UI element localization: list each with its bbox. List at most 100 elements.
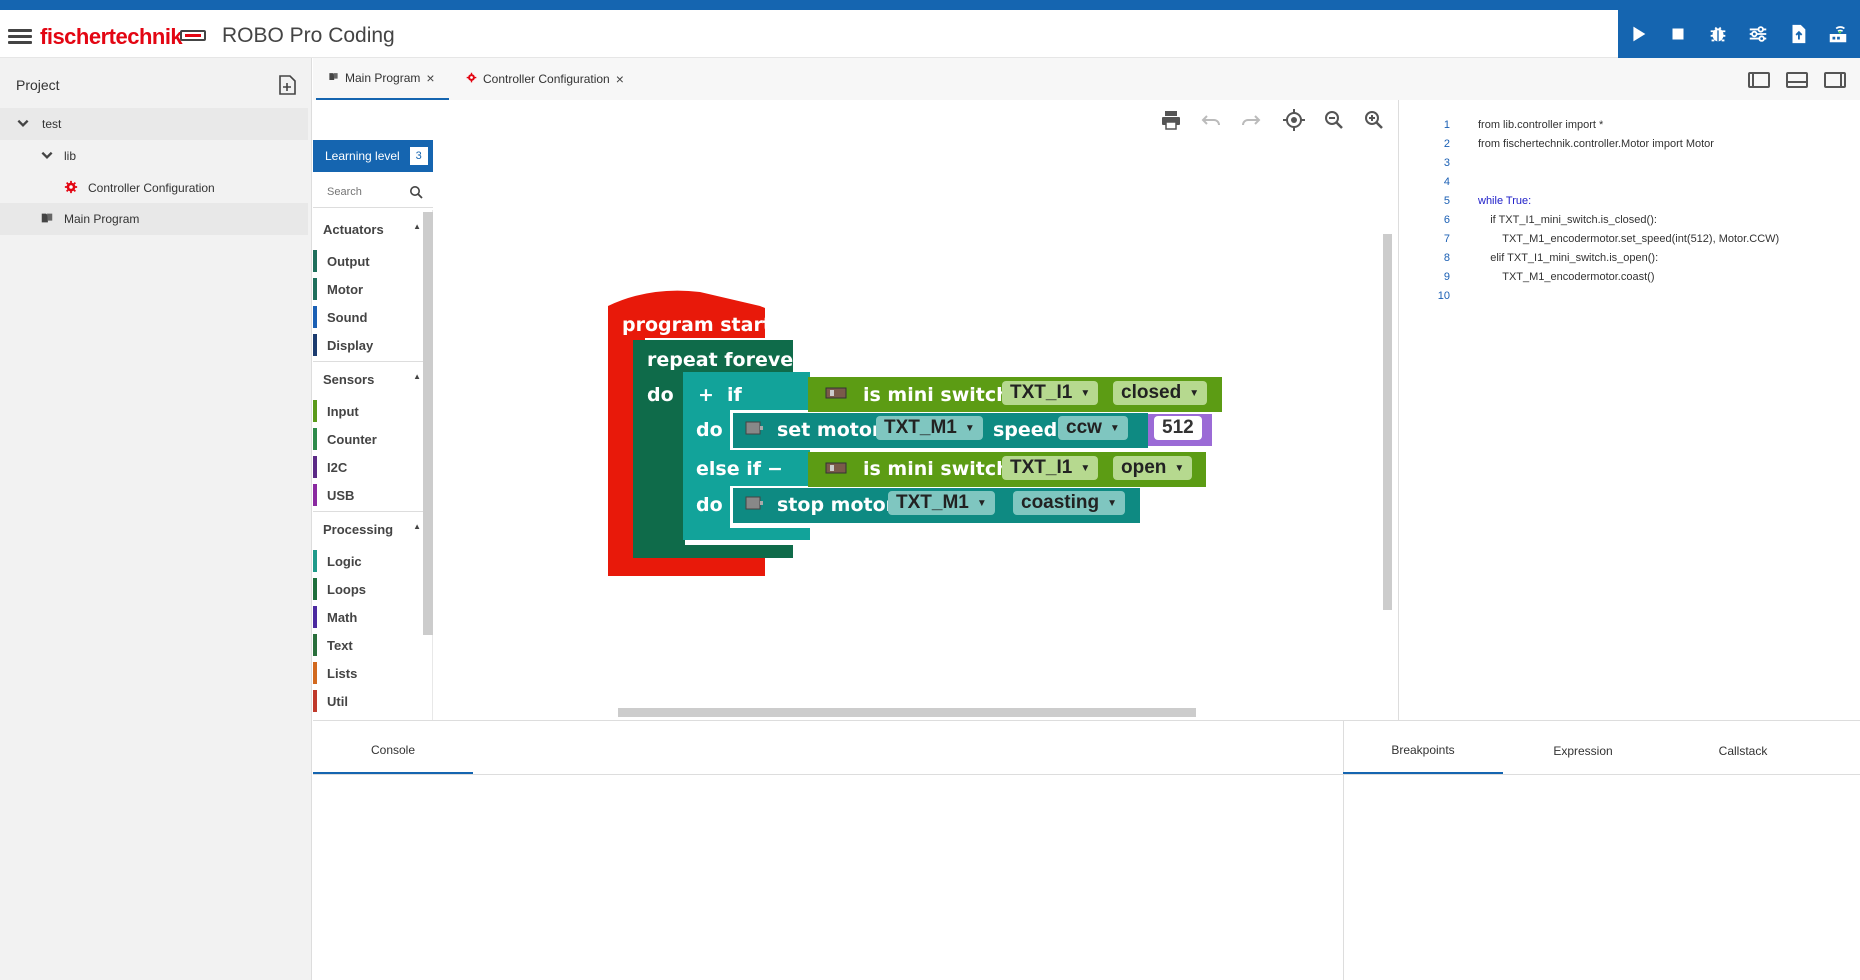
- project-title: Project: [16, 77, 60, 93]
- learning-level-button[interactable]: Learning level 3: [313, 140, 433, 172]
- toolbox-item-motor[interactable]: Motor: [313, 278, 413, 300]
- tab-expression[interactable]: Expression: [1503, 728, 1663, 774]
- tab-callstack[interactable]: Callstack: [1663, 728, 1823, 774]
- chevron-down-icon: ▼: [1109, 422, 1120, 434]
- close-icon[interactable]: ×: [616, 71, 624, 87]
- state-1-value: closed: [1121, 382, 1182, 403]
- stop-motor-label: stop motor: [777, 494, 896, 516]
- layout-right-panel-icon[interactable]: [1824, 72, 1846, 88]
- toolbox-scrollbar[interactable]: [423, 212, 433, 635]
- zoom-out-icon[interactable]: [1320, 106, 1348, 134]
- state-1-dropdown[interactable]: closed ▼: [1113, 381, 1208, 405]
- if-plus-button[interactable]: +: [698, 384, 714, 406]
- toolbox-item-i2c[interactable]: I2C: [313, 456, 413, 478]
- debug-icon[interactable]: [1698, 14, 1738, 54]
- toolbox-item-output[interactable]: Output: [313, 250, 413, 272]
- code-line: if TXT_I1_mini_switch.is_closed():: [1478, 214, 1657, 226]
- switch-1-dropdown[interactable]: TXT_I1 ▼: [1002, 381, 1099, 405]
- category-color-bar: [313, 400, 317, 422]
- python-code-view[interactable]: [1398, 100, 1860, 720]
- tab-breakpoints[interactable]: Breakpoints: [1343, 728, 1503, 774]
- category-color-bar: [313, 428, 317, 450]
- tab-console[interactable]: Console: [313, 728, 473, 774]
- console-output[interactable]: [313, 774, 1343, 980]
- category-actuators[interactable]: Actuators ▲: [323, 222, 421, 237]
- tree-item-controller-configuration[interactable]: Controller Configuration: [0, 172, 308, 204]
- tab-main-program[interactable]: Main Program ×: [316, 58, 449, 100]
- chevron-down-icon[interactable]: [40, 148, 58, 165]
- workspace-vertical-scrollbar[interactable]: [1383, 234, 1392, 610]
- item-label: Text: [327, 637, 353, 653]
- motor-1-dropdown[interactable]: TXT_M1 ▼: [876, 416, 983, 440]
- chevron-down-icon: ▼: [976, 497, 987, 509]
- speed-value: 512: [1162, 417, 1194, 438]
- play-icon[interactable]: [1618, 14, 1658, 54]
- zoom-in-icon[interactable]: [1360, 106, 1388, 134]
- repeat-forever-label: repeat forever: [647, 349, 803, 371]
- toolbox-item-logic[interactable]: Logic: [313, 550, 413, 572]
- breakpoints-list[interactable]: [1343, 774, 1860, 980]
- toolbox-item-lists[interactable]: Lists: [313, 662, 413, 684]
- workspace-horizontal-scrollbar[interactable]: [618, 708, 1196, 717]
- divider: [313, 511, 423, 512]
- state-2-dropdown[interactable]: open ▼: [1113, 456, 1193, 480]
- line-number: 6: [1443, 214, 1450, 226]
- category-processing[interactable]: Processing ▲: [323, 522, 421, 537]
- line-number: 10: [1437, 290, 1450, 302]
- else-if-minus-button[interactable]: −: [767, 458, 783, 480]
- line-number: 7: [1443, 233, 1450, 245]
- line-number: 5: [1443, 195, 1450, 207]
- switch-2-dropdown[interactable]: TXT_I1 ▼: [1002, 456, 1099, 480]
- toolbox-item-loops[interactable]: Loops: [313, 578, 413, 600]
- recenter-icon[interactable]: [1280, 106, 1308, 134]
- settings-sliders-icon[interactable]: [1738, 14, 1778, 54]
- item-label: USB: [327, 487, 355, 503]
- tree-item-lib[interactable]: lib: [0, 140, 308, 172]
- toolbox-item-sound[interactable]: Sound: [313, 306, 413, 328]
- toolbox-item-input[interactable]: Input: [313, 400, 413, 422]
- toolbox-item-counter[interactable]: Counter: [313, 428, 413, 450]
- tree-item-main-program[interactable]: Main Program: [0, 203, 308, 235]
- motor-2-dropdown[interactable]: TXT_M1 ▼: [888, 491, 995, 515]
- category-color-bar: [313, 250, 317, 272]
- close-icon[interactable]: ×: [426, 70, 434, 86]
- controller-connect-icon[interactable]: [1818, 14, 1858, 54]
- tab-label: Breakpoints: [1391, 743, 1455, 757]
- toolbox-item-usb[interactable]: USB: [313, 484, 413, 506]
- hamburger-menu-icon[interactable]: [8, 26, 32, 46]
- tab-controller-configuration[interactable]: Controller Configuration ×: [462, 58, 632, 100]
- category-sensors[interactable]: Sensors ▲: [323, 372, 421, 387]
- collapse-icon: ▲: [413, 222, 421, 231]
- add-file-icon[interactable]: [276, 74, 298, 96]
- chevron-down-icon: ▼: [1080, 462, 1091, 474]
- chevron-down-icon: ▼: [1189, 387, 1200, 399]
- direction-dropdown[interactable]: ccw ▼: [1058, 416, 1128, 440]
- search-icon[interactable]: [409, 185, 423, 199]
- toolbox-item-util[interactable]: Util: [313, 690, 413, 712]
- stop-mode-dropdown[interactable]: coasting ▼: [1013, 491, 1126, 515]
- tree-item-test[interactable]: test: [0, 108, 308, 140]
- layout-bottom-panel-icon[interactable]: [1786, 72, 1808, 88]
- toolbox-item-math[interactable]: Math: [313, 606, 413, 628]
- speed-value-input[interactable]: 512: [1154, 416, 1202, 440]
- item-label: Lists: [327, 665, 358, 681]
- item-label: I2C: [327, 459, 348, 475]
- layout-left-panel-icon[interactable]: [1748, 72, 1770, 88]
- line-number: 9: [1443, 271, 1450, 283]
- collapse-icon: ▲: [413, 372, 421, 381]
- redo-icon[interactable]: [1237, 106, 1265, 134]
- stop-icon[interactable]: [1658, 14, 1698, 54]
- switch-1-value: TXT_I1: [1010, 382, 1073, 403]
- print-icon[interactable]: [1157, 106, 1185, 134]
- toolbox-search-input[interactable]: [325, 185, 405, 199]
- code-line: TXT_M1_encodermotor.set_speed(int(512), …: [1478, 233, 1780, 245]
- toolbox-item-display[interactable]: Display: [313, 334, 413, 356]
- toolbox-item-text[interactable]: Text: [313, 634, 413, 656]
- chevron-down-icon[interactable]: [16, 116, 34, 133]
- category-label: Actuators: [323, 222, 384, 237]
- undo-icon[interactable]: [1197, 106, 1225, 134]
- upload-icon[interactable]: [1778, 14, 1818, 54]
- code-line: from lib.controller import *: [1478, 119, 1604, 131]
- category-color-bar: [313, 690, 317, 712]
- brand-logo: fischertechnik: [40, 24, 183, 49]
